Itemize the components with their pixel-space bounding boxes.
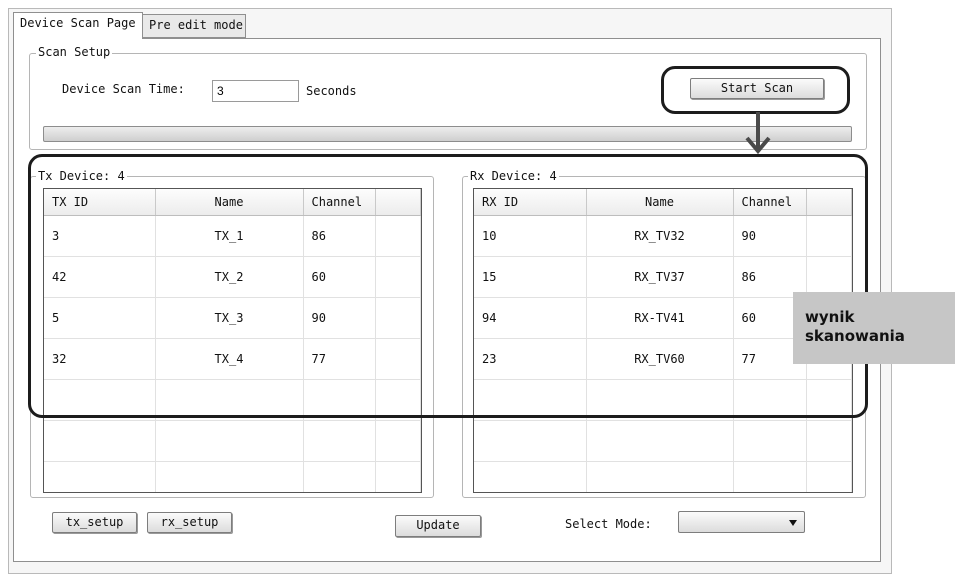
scan-setup-legend: Scan Setup: [36, 45, 113, 59]
start-scan-callout: [661, 66, 850, 114]
select-mode-label: Select Mode:: [565, 517, 652, 531]
tab-device-scan-page[interactable]: Device Scan Page: [13, 12, 143, 39]
scan-time-label: Device Scan Time:: [62, 82, 185, 96]
update-button[interactable]: Update: [395, 515, 481, 537]
triangle-down-icon: [789, 520, 797, 526]
seconds-label: Seconds: [306, 84, 357, 98]
select-mode-dropdown[interactable]: [678, 511, 805, 533]
scan-progress-bar: [43, 126, 852, 142]
scan-results-label-line1: wynik: [805, 308, 855, 326]
table-row: [474, 420, 852, 462]
scan-results-label-line2: skanowania: [805, 327, 905, 345]
scan-results-callout: [28, 154, 868, 418]
table-row: [44, 420, 421, 462]
scan-results-label: wynik skanowania: [793, 292, 955, 364]
scan-time-input[interactable]: [212, 80, 299, 102]
down-arrow-icon: [745, 112, 771, 155]
table-row: [474, 461, 852, 492]
rx-setup-button[interactable]: rx_setup: [147, 512, 232, 533]
tx-setup-button[interactable]: tx_setup: [52, 512, 137, 533]
tab-pre-edit-mode[interactable]: Pre edit mode: [142, 14, 246, 38]
table-row: [44, 461, 421, 492]
